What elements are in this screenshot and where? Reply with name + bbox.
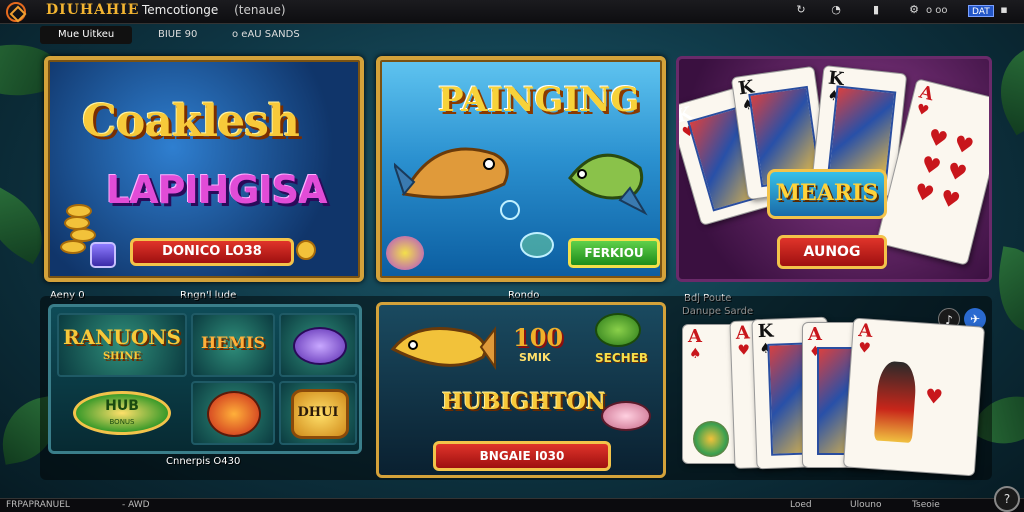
fishing-game-card[interactable]: PAINGING FERKIOU xyxy=(376,56,666,282)
tab-sands[interactable]: o eAU SANDS xyxy=(232,26,300,44)
slots-title-line1: Coaklesh xyxy=(82,96,300,147)
cards-title-badge: MEARIS xyxy=(767,169,887,219)
fish-icon xyxy=(601,401,651,431)
card-suit: ♥ xyxy=(857,340,872,357)
tab-home[interactable]: Mue Uitkeu xyxy=(40,26,133,44)
slot-tile: HEMIS xyxy=(191,313,275,377)
card-rank: A xyxy=(857,319,874,342)
refresh-icon[interactable]: ↻ xyxy=(795,4,807,16)
fishing-slot-panel[interactable]: 100 SMIK SECHEB HUBIGHTON BNGAIE I030 xyxy=(376,302,666,478)
bottom-label-left2: - AWD xyxy=(122,500,150,510)
search-paren: (tenaue) xyxy=(234,3,286,17)
playing-card: A ♥ ♥ xyxy=(842,317,986,477)
help-icon[interactable]: ? xyxy=(994,486,1020,512)
card-rank: K xyxy=(757,320,774,343)
settings-icon[interactable]: ⚙ xyxy=(908,4,920,16)
slot-tile xyxy=(279,313,357,377)
slot-tile-label: RANUONS xyxy=(62,325,181,349)
gem-icon xyxy=(386,236,424,270)
heart-icon: ♥ xyxy=(924,383,944,409)
prize-number: 100 xyxy=(513,323,564,352)
card-suit: ♥ xyxy=(914,101,931,120)
slot-tile-label: HEMIS xyxy=(200,333,266,352)
prize-sublabel: SMIK xyxy=(519,351,551,364)
caption-bottom-left: Cnnerpis O430 xyxy=(166,456,241,467)
logo-icon[interactable] xyxy=(6,2,26,22)
fish-icon xyxy=(293,327,347,365)
fish-icon xyxy=(560,138,650,218)
bottom-bar: FRPAPRANUEL - AWD Loed Ulouno Tseoie xyxy=(0,498,1024,512)
bookmark-icon[interactable]: ▮ xyxy=(870,4,882,16)
cards-play-button[interactable]: AUNOG xyxy=(777,235,887,269)
slot-machine-panel[interactable]: RANUONS SHINE HEMIS HUB BONUS DHUI xyxy=(48,304,362,454)
fishing-spin-button[interactable]: BNGAIE I030 xyxy=(433,441,611,471)
slot-tile: DHUI xyxy=(279,381,357,445)
bottom-link-3[interactable]: Tseoie xyxy=(912,500,940,510)
slots-game-card[interactable]: Coaklesh LAPIHGISA DONICO LO38 xyxy=(44,56,364,282)
fish-icon xyxy=(387,317,497,379)
hub-label: HUB xyxy=(105,398,139,414)
hearts-pattern: ♥ ♥ ♥ ♥ ♥ ♥ xyxy=(911,124,977,215)
bottom-label-left: FRPAPRANUEL xyxy=(6,500,70,510)
frog-icon xyxy=(595,313,641,347)
slot-tile-label: DHUI xyxy=(297,405,339,420)
coin-icon xyxy=(296,240,316,260)
slot-label: SECHEB xyxy=(595,351,649,365)
search-text: Temcotionge xyxy=(142,3,219,17)
slot-tile-sublabel: SHINE xyxy=(102,351,142,362)
bottom-link-1[interactable]: Loed xyxy=(790,500,812,510)
slot-tile: RANUONS SHINE xyxy=(57,313,187,377)
fish-icon xyxy=(207,391,261,437)
bubble-icon xyxy=(500,200,520,220)
card-rank: A xyxy=(688,326,702,347)
bottom-link-2[interactable]: Ulouno xyxy=(850,500,882,510)
status-dots: o oo xyxy=(926,5,948,16)
cards-game-card[interactable]: K ♥ K ♠ K ♠ A ♥ ♥ ♥ ♥ ♥ ♥ ♥ MEARIS AUNOG xyxy=(676,56,992,282)
top-bar: DIUHAHIE Temcotionge (tenaue) ↻ ◔ ▮ ⚙ o … xyxy=(0,0,1024,24)
hub-bonus-badge: HUB BONUS xyxy=(73,391,171,435)
flower-icon xyxy=(693,421,729,457)
coins-icon xyxy=(60,204,120,274)
account-badge[interactable]: DAT xyxy=(968,5,994,17)
slots-play-button[interactable]: DONICO LO38 xyxy=(130,238,294,266)
search-field[interactable]: Temcotionge (tenaue) xyxy=(142,3,286,17)
card-rank: A xyxy=(735,322,751,344)
clock-icon[interactable]: ◔ xyxy=(830,4,842,16)
card-suit: ♥ xyxy=(737,342,751,359)
fishing-play-button[interactable]: FERKIOU xyxy=(568,238,660,268)
card-rank: A xyxy=(808,324,822,345)
tab-blue[interactable]: BIUE 90 xyxy=(158,26,197,44)
hub-sublabel: BONUS xyxy=(109,418,135,426)
cards-spread-panel[interactable]: ♪ ✈ A ♠ A ♥ K ♠ A ♦ A ♥ ♥ xyxy=(676,296,992,480)
logo-text[interactable]: DIUHAHIE xyxy=(46,2,139,18)
bubble-icon xyxy=(520,232,554,258)
card-suit: ♠ xyxy=(689,346,702,362)
fishing-title: PAINGING xyxy=(438,80,640,120)
slot-tile xyxy=(191,381,275,445)
queen-figure-icon xyxy=(873,360,918,443)
flag-icon[interactable]: ▪ xyxy=(998,4,1010,16)
slots-title-line2: LAPIHGISA xyxy=(106,168,328,212)
